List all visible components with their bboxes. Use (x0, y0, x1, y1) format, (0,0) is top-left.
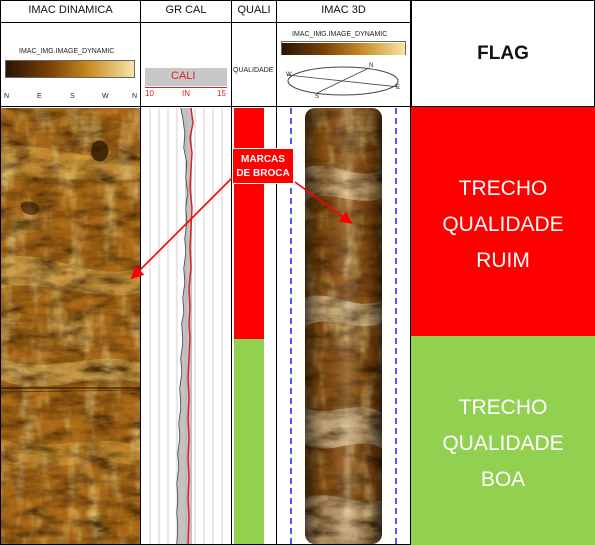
compass-diagram (286, 66, 400, 96)
compass-label-e: E (396, 85, 401, 91)
cali-scale-unit: IN (182, 89, 190, 98)
scale-label-3d: IMAC_IMG.IMAGE_DYNAMIC (292, 31, 388, 38)
compass-label-n: N (369, 63, 374, 69)
azimuth-label-4: W (102, 93, 109, 100)
scale-label: IMAC_IMG.IMAGE_DYNAMIC (19, 48, 115, 55)
gr-cal-plot (141, 108, 231, 544)
flag-header: FLAG (411, 0, 595, 107)
annotation-line-1: MARCAS (241, 154, 285, 165)
scale-area-gr-cal: CALI 10 IN 15 (141, 23, 231, 107)
quali-curve-label: QUALIDADE (233, 67, 274, 74)
scale-area-imac-dinamica: IMAC_IMG.IMAGE_DYNAMIC N E S W N (1, 23, 140, 107)
color-palette-bar (5, 60, 135, 78)
track-header-quali: QUALI (232, 1, 276, 23)
flag-zone-good-line-2: QUALIDADE (442, 432, 564, 455)
flag-zone-good-line-3: BOA (480, 468, 526, 491)
compass-label-s: S (315, 94, 320, 100)
annotation-callout-box: MARCAS DE BROCA (232, 148, 294, 184)
azimuth-label-2: E (37, 93, 42, 100)
flag-zone-bad-line-2: QUALIDADE (442, 213, 564, 236)
flag-zone-good: TRECHO QUALIDADE BOA (411, 336, 595, 545)
borehole-3d-view (277, 108, 410, 544)
track-header-imac-dinamica: IMAC DINAMICA (1, 1, 140, 23)
color-palette-bar-3d (281, 41, 406, 55)
track-imac-dinamica: IMAC DINAMICA IMAC_IMG.IMAGE_DYNAMIC N E… (0, 0, 141, 545)
cali-scale-max: 15 (217, 89, 226, 98)
scale-area-imac-3d: IMAC_IMG.IMAGE_DYNAMIC N E S W (277, 23, 410, 107)
flag-track: FLAG TRECHO QUALIDADE RUIM TRECHO QUALID… (411, 0, 595, 545)
flag-zone-good-line-1: TRECHO (458, 396, 548, 419)
cali-scale-line (145, 87, 227, 88)
track-gr-cal: GR CAL CALI 10 IN 15 (141, 0, 232, 545)
annotation-line-2: DE BROCA (236, 168, 290, 179)
quality-zone-1 (234, 108, 264, 339)
quality-zone-2 (234, 339, 264, 544)
track-header-imac-3d: IMAC 3D (277, 1, 410, 23)
compass-label-w: W (286, 72, 292, 78)
borehole-image-unrolled (1, 108, 140, 544)
flag-zone-bad-line-1: TRECHO (458, 177, 548, 200)
azimuth-label-3: S (70, 93, 75, 100)
azimuth-label-1: N (4, 93, 10, 100)
scale-area-quali: QUALIDADE (232, 23, 276, 107)
cali-scale-min: 10 (145, 89, 154, 98)
flag-zone-bad-line-3: RUIM (476, 249, 530, 272)
cali-curve-label: CALI (171, 70, 196, 82)
azimuth-label-5: N (132, 93, 138, 100)
track-header-gr-cal: GR CAL (141, 1, 231, 23)
flag-zone-bad: TRECHO QUALIDADE RUIM (411, 107, 595, 336)
track-quali: QUALI QUALIDADE (232, 0, 277, 545)
track-imac-3d: IMAC 3D IMAC_IMG.IMAGE_DYNAMIC N E S W (277, 0, 411, 545)
